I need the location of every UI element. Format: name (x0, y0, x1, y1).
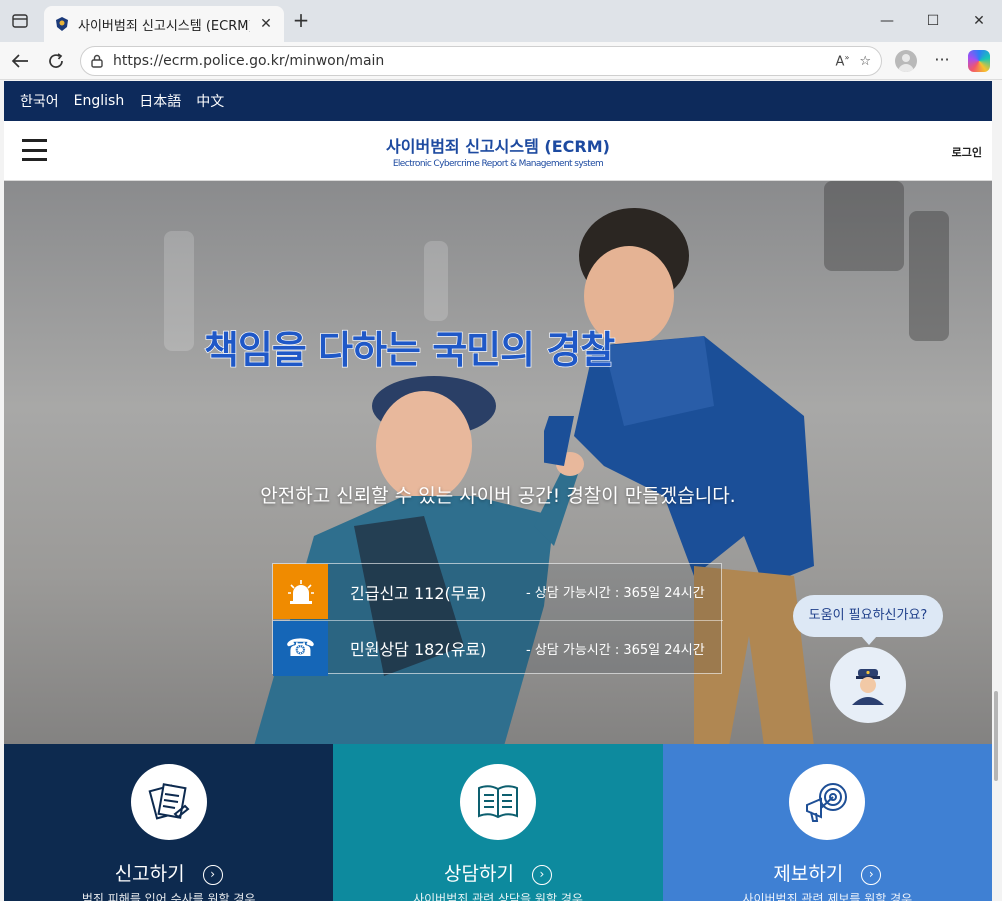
card-consult[interactable]: 상담하기 › 사이버범죄 관련 상담을 원할 경우 (333, 744, 663, 901)
siren-icon (273, 564, 328, 619)
arrow-left-icon (11, 54, 28, 68)
read-aloud-icon[interactable]: A» (836, 53, 850, 69)
browser-tab[interactable]: 사이버범죄 신고시스템 (ECRM) ✕ (44, 6, 284, 42)
refresh-button[interactable] (44, 50, 68, 72)
card-report-desc: 범죄 피해를 입어 수사를 원할 경우 (81, 892, 256, 901)
scrollbar-thumb[interactable] (994, 691, 998, 781)
refresh-icon (49, 53, 63, 68)
login-link[interactable]: 로그인 (952, 144, 982, 160)
card-report[interactable]: 신고하기 › 범죄 피해를 입어 수사를 원할 경우 (4, 744, 334, 901)
page-scrollbar[interactable] (992, 81, 1002, 901)
hero-subtitle: 안전하고 신뢰할 수 있는 사이버 공간! 경찰이 만들겠습니다. (260, 485, 736, 507)
emergency-112-row[interactable]: 긴급신고 112(무료) - 상담 가능시간 : 365일 24시간 (273, 564, 723, 619)
chevron-right-icon: › (202, 865, 223, 885)
page-viewport: 한국어 English 日本語 中文 사이버범죄 신고시스템 (ECRM) El… (4, 81, 992, 901)
copilot-icon[interactable] (968, 50, 990, 72)
new-tab-button[interactable]: + (290, 10, 312, 32)
site-header: 사이버범죄 신고시스템 (ECRM) Electronic Cybercrime… (4, 121, 992, 181)
hotline-box: 긴급신고 112(무료) - 상담 가능시간 : 365일 24시간 ☎ 민원상… (272, 563, 723, 676)
card-tip-title: 제보하기 › (663, 859, 992, 886)
lock-icon (91, 54, 103, 68)
hero-banner: 책임을 다하는 국민의 경찰 안전하고 신뢰할 수 있는 사이버 공간! 경찰이… (4, 181, 992, 745)
tab-close-button[interactable]: ✕ (258, 16, 274, 32)
lang-japanese[interactable]: 日本語 (139, 91, 181, 111)
tab-title: 사이버범죄 신고시스템 (ECRM) (78, 18, 250, 34)
hero-headline: 책임을 다하는 국민의 경찰 (203, 327, 616, 372)
brand-korean: 사이버범죄 신고시스템 (ECRM) (386, 137, 610, 156)
emergency-hours: - 상담 가능시간 : 365일 24시간 (526, 586, 705, 601)
language-bar: 한국어 English 日本語 中文 (4, 81, 992, 121)
card-tip-desc: 사이버범죄 관련 제보를 원할 경우 (742, 892, 913, 901)
url-text: https://ecrm.police.go.kr/minwon/main (113, 53, 385, 69)
card-report-title: 신고하기 › (4, 859, 333, 886)
maximize-button[interactable]: ☐ (921, 10, 945, 32)
profile-avatar[interactable] (895, 50, 917, 72)
more-menu-button[interactable]: ··· (932, 50, 952, 72)
card-tip[interactable]: 제보하기 › 사이버범죄 관련 제보를 원할 경우 (662, 744, 992, 901)
chevron-right-icon: › (861, 865, 882, 885)
card-consult-desc: 사이버범죄 관련 상담을 원할 경우 (413, 892, 583, 901)
address-bar-row: https://ecrm.police.go.kr/minwon/main A»… (0, 42, 1002, 80)
close-window-button[interactable]: ✕ (967, 10, 991, 32)
police-emblem-icon (56, 17, 68, 31)
favorite-star-icon[interactable]: ☆ (859, 54, 871, 69)
tab-actions-icon[interactable] (8, 10, 32, 32)
book-icon (459, 764, 536, 840)
chatbot-police-icon[interactable] (830, 647, 906, 723)
chevron-right-icon: › (531, 865, 552, 885)
help-bubble[interactable]: 도움이 필요하신가요? (793, 595, 943, 645)
minimize-button[interactable]: — (875, 10, 899, 32)
emergency-label: 긴급신고 112(무료) (350, 583, 487, 603)
back-button[interactable] (8, 50, 32, 72)
card-consult-title: 상담하기 › (333, 859, 662, 886)
lang-chinese[interactable]: 中文 (196, 91, 224, 111)
brand-english: Electronic Cybercrime Report & Managemen… (392, 159, 604, 169)
browser-tab-bar: 사이버범죄 신고시스템 (ECRM) ✕ + — ☐ ✕ (0, 0, 1002, 42)
service-cards: 신고하기 › 범죄 피해를 입어 수사를 원할 경우 상담하기 › 사이버범죄 관련… (4, 744, 992, 901)
civil-182-row[interactable]: ☎ 민원상담 182(유료) - 상담 가능시간 : 365일 24시간 (273, 620, 723, 676)
civil-hours: - 상담 가능시간 : 365일 24시간 (526, 642, 705, 658)
url-field[interactable]: https://ecrm.police.go.kr/minwon/main A»… (80, 46, 882, 76)
megaphone-target-icon (789, 764, 866, 840)
lang-korean[interactable]: 한국어 (20, 91, 59, 111)
civil-label: 민원상담 182(유료) (350, 640, 487, 659)
phone-icon: ☎ (273, 620, 328, 676)
site-logo[interactable]: 사이버범죄 신고시스템 (ECRM) Electronic Cybercrime… (4, 133, 992, 169)
report-document-icon (130, 764, 207, 840)
lang-english[interactable]: English (74, 93, 125, 109)
